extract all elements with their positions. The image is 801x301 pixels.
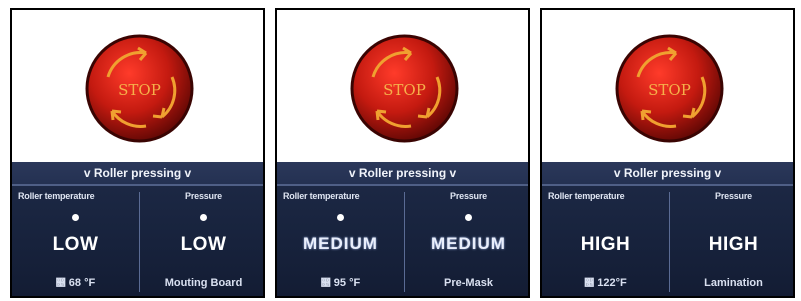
stop-button-area: STOP — [12, 10, 263, 162]
roller-temperature-label: Roller temperature — [18, 191, 95, 201]
screen-panel-low: STOP v Roller pressing v Roller temperat… — [10, 8, 265, 298]
stop-button[interactable]: STOP — [614, 33, 725, 144]
roller-temperature-label: Roller temperature — [548, 191, 625, 201]
temperature-level: HIGH — [580, 234, 631, 255]
screen-panel-medium: STOP v Roller pressing v Roller temperat… — [275, 8, 530, 298]
pressure-mode: Mouting Board — [164, 277, 243, 289]
temperature-readout: ෕ 122°F — [542, 277, 669, 289]
stop-label: STOP — [118, 81, 161, 99]
roller-temperature-label: Roller temperature — [283, 191, 360, 201]
roller-pressing-screen: v Roller pressing v Roller temperature M… — [277, 162, 528, 296]
temperature-level: MEDIUM — [303, 234, 378, 253]
temperature-value: 122°F — [597, 277, 627, 289]
stop-button[interactable]: STOP — [349, 33, 460, 144]
pressure-level: MEDIUM — [431, 234, 506, 253]
selection-dot — [337, 214, 344, 221]
selection-dot — [465, 214, 472, 221]
screen-title[interactable]: v Roller pressing v — [542, 162, 793, 184]
temperature-readout: ෕ 95 °F — [277, 277, 404, 289]
roller-pressing-screen: v Roller pressing v Roller temperature H… — [542, 162, 793, 296]
pressure-mode: Lamination — [704, 277, 763, 289]
pressure-mode: Pre-Mask — [444, 277, 493, 289]
roller-temperature-column[interactable]: Roller temperature HIGH ෕ 122°F — [542, 188, 669, 296]
pressure-column[interactable]: Pressure MEDIUM Pre-Mask — [405, 188, 528, 296]
heat-waves-icon: ෕ — [584, 278, 595, 289]
stop-button[interactable]: STOP — [84, 33, 195, 144]
title-divider — [277, 184, 528, 186]
title-divider — [12, 184, 263, 186]
pressure-level: LOW — [180, 234, 227, 255]
pressure-column[interactable]: Pressure LOW Mouting Board — [140, 188, 263, 296]
selection-dot — [200, 214, 207, 221]
pressure-label: Pressure — [715, 191, 752, 201]
temperature-level: LOW — [52, 234, 99, 255]
temperature-value: 68 °F — [68, 277, 96, 289]
temperature-readout: ෕ 68 °F — [12, 277, 139, 289]
pressure-level: HIGH — [708, 234, 759, 255]
stop-button-area: STOP — [277, 10, 528, 162]
title-divider — [542, 184, 793, 186]
roller-temperature-column[interactable]: Roller temperature MEDIUM ෕ 95 °F — [277, 188, 404, 296]
pressure-label: Pressure — [450, 191, 487, 201]
heat-waves-icon: ෕ — [55, 278, 66, 289]
pressure-column[interactable]: Pressure HIGH Lamination — [670, 188, 793, 296]
stop-label: STOP — [648, 81, 691, 99]
screen-title[interactable]: v Roller pressing v — [12, 162, 263, 184]
stop-label: STOP — [383, 81, 426, 99]
selection-dot — [72, 214, 79, 221]
screen-panel-high: STOP v Roller pressing v Roller temperat… — [540, 8, 795, 298]
temperature-value: 95 °F — [333, 277, 361, 289]
heat-waves-icon: ෕ — [320, 278, 331, 289]
pressure-label: Pressure — [185, 191, 222, 201]
roller-temperature-column[interactable]: Roller temperature LOW ෕ 68 °F — [12, 188, 139, 296]
roller-pressing-screen: v Roller pressing v Roller temperature L… — [12, 162, 263, 296]
stop-button-area: STOP — [542, 10, 793, 162]
screen-title[interactable]: v Roller pressing v — [277, 162, 528, 184]
